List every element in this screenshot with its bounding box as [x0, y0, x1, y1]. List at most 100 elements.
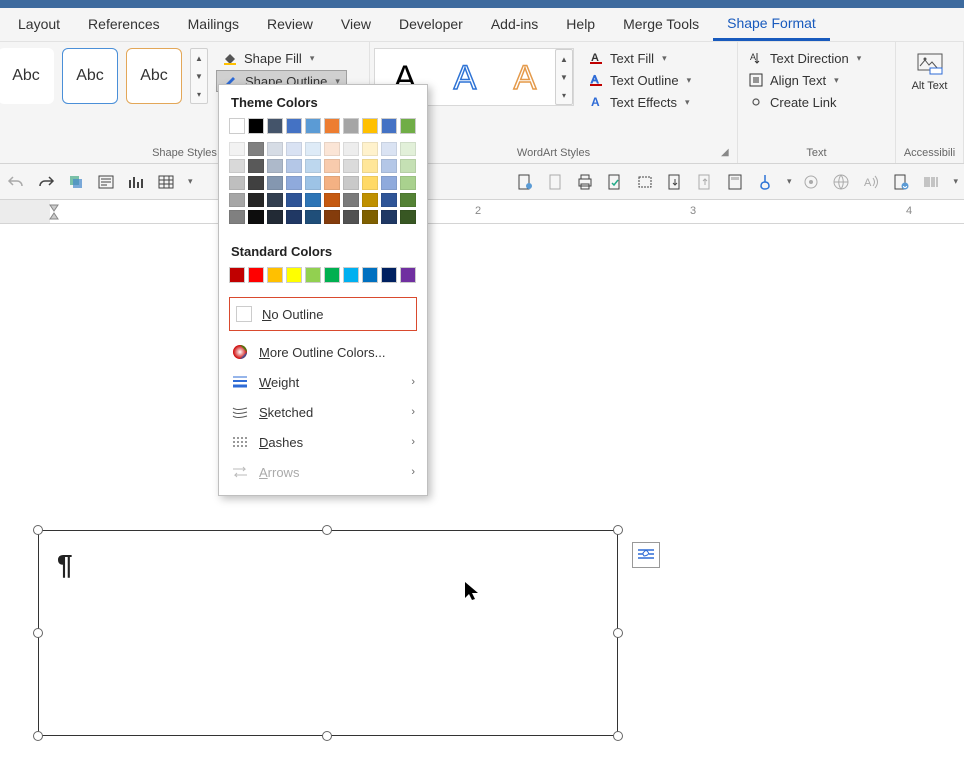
shade-swatch-9-0[interactable]: [400, 142, 416, 156]
resize-handle-se[interactable]: [613, 731, 623, 741]
text-direction-button[interactable]: A Text Direction▾: [742, 48, 867, 68]
shade-swatch-3-3[interactable]: [286, 193, 302, 207]
shade-swatch-7-2[interactable]: [362, 176, 378, 190]
shape-fill-button[interactable]: Shape Fill ▾: [216, 48, 347, 68]
shade-swatch-6-4[interactable]: [343, 210, 359, 224]
standard-swatch-7[interactable]: [362, 267, 378, 283]
globe-icon[interactable]: [831, 172, 851, 192]
shade-swatch-6-2[interactable]: [343, 176, 359, 190]
standard-swatch-3[interactable]: [286, 267, 302, 283]
form-icon[interactable]: [96, 172, 116, 192]
chevron-down-icon[interactable]: ▾: [953, 176, 958, 187]
shade-swatch-9-3[interactable]: [400, 193, 416, 207]
weight-item[interactable]: Weight ›: [219, 367, 427, 397]
align-text-button[interactable]: Align Text▾: [742, 70, 867, 90]
shade-swatch-7-0[interactable]: [362, 142, 378, 156]
doc-up-icon[interactable]: [695, 172, 715, 192]
tab-help[interactable]: Help: [552, 10, 609, 39]
doc-check-icon[interactable]: [605, 172, 625, 192]
text-effects-button[interactable]: A Text Effects▾: [582, 92, 697, 112]
bounding-box-icon[interactable]: [635, 172, 655, 192]
shade-swatch-2-2[interactable]: [267, 176, 283, 190]
shape-style-more[interactable]: ▲▼▾: [190, 48, 208, 104]
more-outline-colors-item[interactable]: More Outline Colors...: [219, 337, 427, 367]
wordart-more[interactable]: ▲▼▾: [555, 49, 573, 105]
shade-swatch-4-0[interactable]: [305, 142, 321, 156]
shade-swatch-2-3[interactable]: [267, 193, 283, 207]
tab-mailings[interactable]: Mailings: [174, 10, 253, 39]
shade-swatch-7-3[interactable]: [362, 193, 378, 207]
print-icon[interactable]: [575, 172, 595, 192]
wordart-dialog-launcher[interactable]: ◢: [721, 147, 733, 159]
standard-swatch-6[interactable]: [343, 267, 359, 283]
resize-handle-nw[interactable]: [33, 525, 43, 535]
shape-style-tile-3[interactable]: Abc: [126, 48, 182, 104]
standard-swatch-4[interactable]: [305, 267, 321, 283]
shade-swatch-4-2[interactable]: [305, 176, 321, 190]
touch-icon[interactable]: [755, 172, 775, 192]
record-icon[interactable]: [801, 172, 821, 192]
tab-addins[interactable]: Add-ins: [477, 10, 552, 39]
shade-swatch-4-3[interactable]: [305, 193, 321, 207]
shade-swatch-7-1[interactable]: [362, 159, 378, 173]
theme-swatch-9[interactable]: [400, 118, 416, 134]
theme-swatch-3[interactable]: [286, 118, 302, 134]
theme-swatch-7[interactable]: [362, 118, 378, 134]
shade-swatch-2-0[interactable]: [267, 142, 283, 156]
tab-layout[interactable]: Layout: [4, 10, 74, 39]
standard-swatch-9[interactable]: [400, 267, 416, 283]
resize-handle-n[interactable]: [322, 525, 332, 535]
standard-swatch-0[interactable]: [229, 267, 245, 283]
dashes-item[interactable]: Dashes ›: [219, 427, 427, 457]
standard-swatch-2[interactable]: [267, 267, 283, 283]
theme-swatch-4[interactable]: [305, 118, 321, 134]
chevron-down-icon[interactable]: ▾: [188, 176, 193, 187]
no-outline-item[interactable]: No Outline: [230, 298, 416, 330]
shade-swatch-6-1[interactable]: [343, 159, 359, 173]
indent-markers-icon[interactable]: [46, 203, 66, 221]
chart-icon[interactable]: [126, 172, 146, 192]
alt-text-button[interactable]: Alt Text: [902, 48, 958, 96]
resize-handle-e[interactable]: [613, 628, 623, 638]
wordart-style-3[interactable]: A: [495, 49, 555, 105]
theme-swatch-6[interactable]: [343, 118, 359, 134]
shade-swatch-4-4[interactable]: [305, 210, 321, 224]
shade-swatch-2-4[interactable]: [267, 210, 283, 224]
shade-swatch-2-1[interactable]: [267, 159, 283, 173]
shape-style-tile-2[interactable]: Abc: [62, 48, 118, 104]
text-outline-button[interactable]: A Text Outline▾: [582, 70, 697, 90]
tab-shape-format[interactable]: Shape Format: [713, 9, 830, 41]
shade-swatch-6-3[interactable]: [343, 193, 359, 207]
shade-swatch-8-0[interactable]: [381, 142, 397, 156]
shade-swatch-0-3[interactable]: [229, 193, 245, 207]
theme-swatch-8[interactable]: [381, 118, 397, 134]
create-link-button[interactable]: Create Link: [742, 92, 867, 112]
standard-swatch-1[interactable]: [248, 267, 264, 283]
undo-icon[interactable]: [6, 172, 26, 192]
shade-swatch-4-1[interactable]: [305, 159, 321, 173]
tab-view[interactable]: View: [327, 10, 385, 39]
shade-swatch-8-3[interactable]: [381, 193, 397, 207]
theme-swatch-2[interactable]: [267, 118, 283, 134]
tab-merge-tools[interactable]: Merge Tools: [609, 10, 713, 39]
calc-icon[interactable]: [725, 172, 745, 192]
shade-swatch-0-4[interactable]: [229, 210, 245, 224]
shade-swatch-5-3[interactable]: [324, 193, 340, 207]
shade-swatch-0-2[interactable]: [229, 176, 245, 190]
shade-swatch-9-4[interactable]: [400, 210, 416, 224]
theme-swatch-1[interactable]: [248, 118, 264, 134]
shade-swatch-5-1[interactable]: [324, 159, 340, 173]
shade-swatch-1-3[interactable]: [248, 193, 264, 207]
table-icon[interactable]: [156, 172, 176, 192]
horizontal-ruler[interactable]: 234: [0, 200, 964, 224]
shade-swatch-5-4[interactable]: [324, 210, 340, 224]
sketched-item[interactable]: Sketched ›: [219, 397, 427, 427]
shape-style-tile-1[interactable]: Abc: [0, 48, 54, 104]
theme-swatch-0[interactable]: [229, 118, 245, 134]
redo-icon[interactable]: [36, 172, 56, 192]
document-canvas[interactable]: ¶: [0, 224, 964, 761]
read-aloud-icon[interactable]: A: [861, 172, 881, 192]
theme-swatch-5[interactable]: [324, 118, 340, 134]
standard-swatch-8[interactable]: [381, 267, 397, 283]
page-icon[interactable]: [545, 172, 565, 192]
